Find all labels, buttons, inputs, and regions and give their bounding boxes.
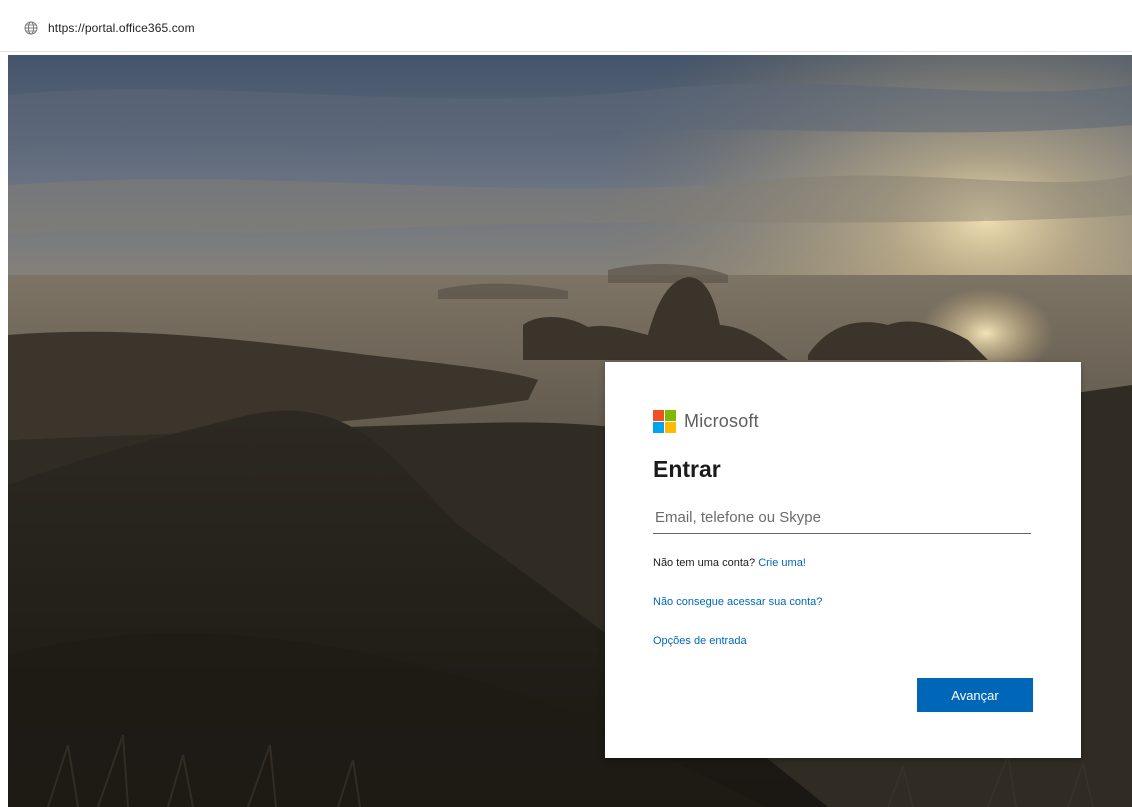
email-field[interactable] (653, 502, 1031, 534)
no-account-row: Não tem uma conta? Crie uma! (653, 557, 806, 569)
no-account-text: Não tem uma conta? (653, 557, 756, 569)
globe-icon (24, 21, 38, 35)
cant-access-link[interactable]: Não consegue acessar sua conta? (653, 596, 822, 608)
brand-name: Microsoft (684, 411, 759, 431)
signin-card: Microsoft Entrar Não tem uma conta? Crie… (605, 362, 1081, 758)
signin-options-link[interactable]: Opções de entrada (653, 635, 747, 647)
microsoft-logo-icon (653, 410, 676, 433)
browser-address-bar: https://portal.office365.com (0, 0, 1132, 52)
microsoft-brand: Microsoft (653, 410, 759, 433)
signin-title: Entrar (653, 456, 721, 482)
url-field[interactable]: https://portal.office365.com (24, 16, 195, 40)
page: https://portal.office365.com Microsoft E… (0, 0, 1132, 807)
url-text: https://portal.office365.com (48, 21, 195, 35)
signin-options-row: Opções de entrada (653, 635, 747, 647)
next-button[interactable]: Avançar (917, 678, 1033, 712)
create-account-link[interactable]: Crie uma! (758, 557, 806, 569)
cant-access-row: Não consegue acessar sua conta? (653, 596, 822, 608)
